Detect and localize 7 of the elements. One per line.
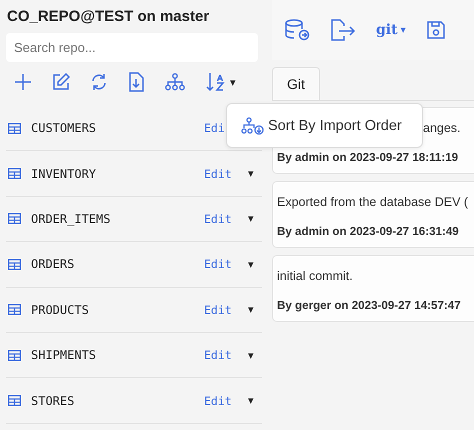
commit-message: initial commit. [277, 269, 353, 283]
commit-message: anges. [423, 121, 461, 135]
commit-author: By admin on 2023-09-27 18:11:19 [277, 151, 458, 164]
commit-message: Exported from the database DEV ( [277, 195, 468, 209]
commit-author: By gerger on 2023-09-27 14:57:47 [277, 299, 461, 312]
repo-title: CO_REPO@TEST on master [7, 8, 210, 25]
commit-author: By admin on 2023-09-27 16:31:49 [277, 225, 459, 238]
